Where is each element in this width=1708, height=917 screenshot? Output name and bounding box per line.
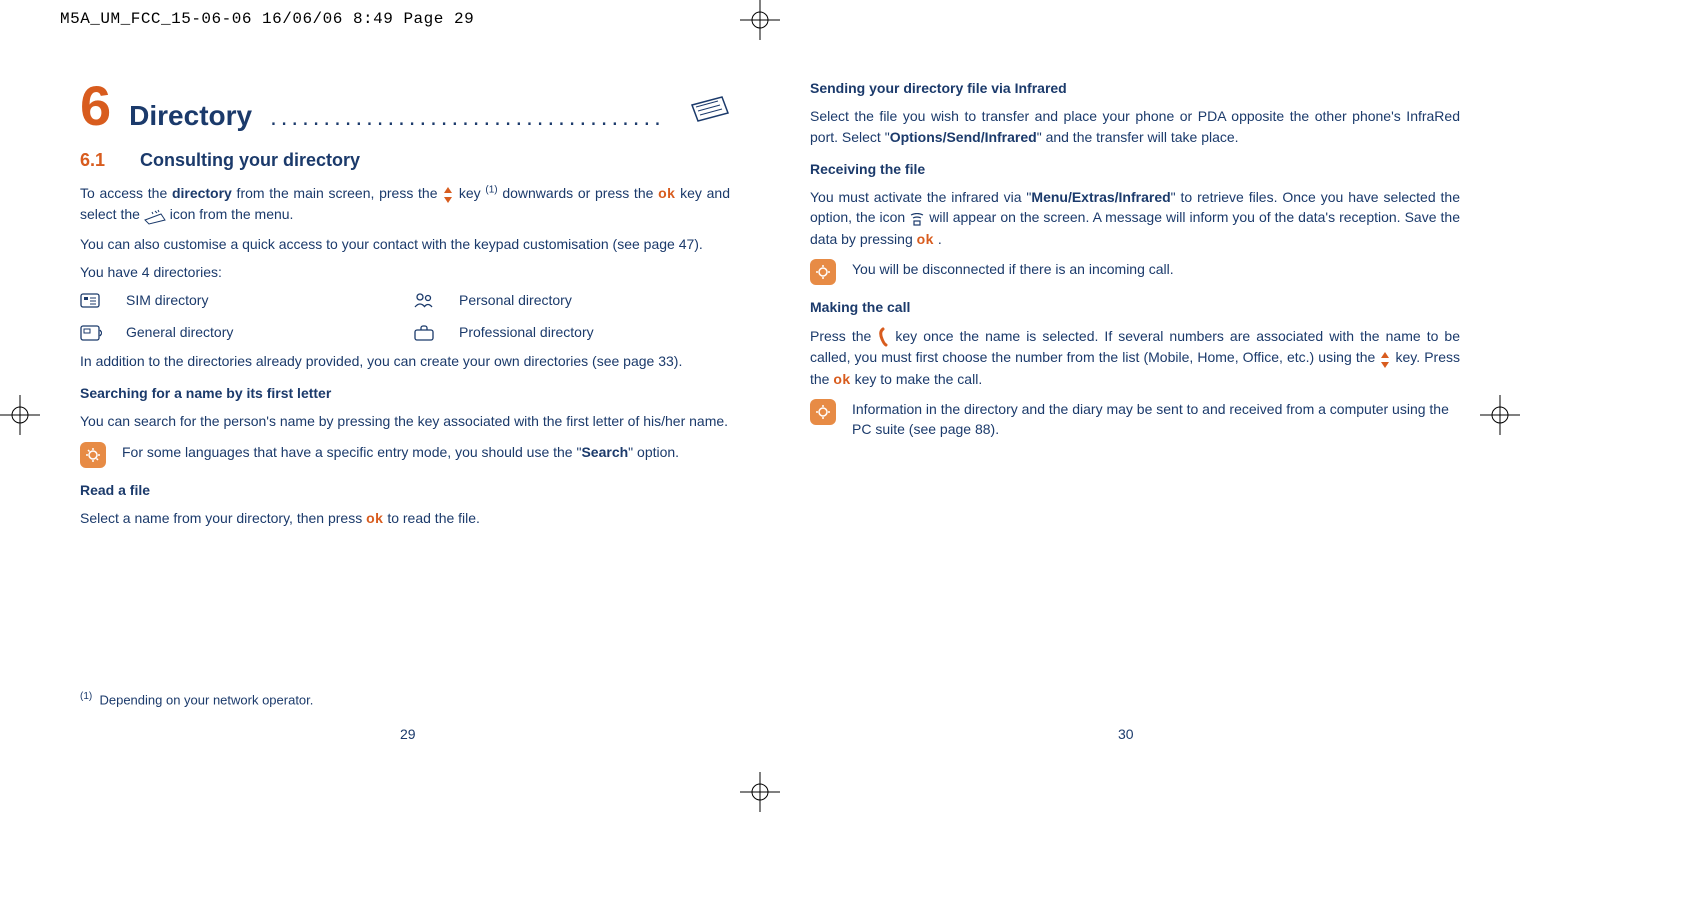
para-search: You can search for the person's name by … <box>80 411 730 431</box>
heading-receive: Receiving the file <box>810 159 1460 179</box>
footnote-ref: (1) <box>485 184 497 195</box>
footnote-text: Depending on your network operator. <box>99 692 313 707</box>
text: icon from the menu. <box>166 206 294 222</box>
para-custom: You can also customise a quick access to… <box>80 234 730 254</box>
text: to read the file. <box>383 510 480 526</box>
text: For some languages that have a specific … <box>122 444 581 460</box>
para-receive: You must activate the infrared via "Menu… <box>810 187 1460 249</box>
tip-search: For some languages that have a specific … <box>80 442 730 468</box>
professional-directory-icon <box>413 324 435 342</box>
text: Press the <box>810 328 877 344</box>
text: . <box>934 231 942 247</box>
chapter-heading: 6 Directory ............................… <box>80 78 730 137</box>
para-addition: In addition to the directories already p… <box>80 351 730 371</box>
heading-search: Searching for a name by its first letter <box>80 383 730 403</box>
ok-key-icon: ok <box>366 510 383 526</box>
page-number-left: 29 <box>400 726 416 742</box>
para-call: Press the key once the name is selected.… <box>810 326 1460 390</box>
up-down-arrows-icon <box>442 184 454 204</box>
section-title: Consulting your directory <box>140 147 360 173</box>
tip-call: Information in the directory and the dia… <box>810 399 1460 440</box>
tip-receive: You will be disconnected if there is an … <box>810 259 1460 285</box>
heading-read: Read a file <box>80 480 730 500</box>
header-slug: M5A_UM_FCC_15-06-06 16/06/06 8:49 Page 2… <box>0 0 1708 28</box>
heading-call: Making the call <box>810 297 1460 317</box>
sim-directory-icon <box>80 291 102 309</box>
page-number-right: 30 <box>1118 726 1134 742</box>
ok-key-icon: ok <box>658 185 675 201</box>
dir-general-label: General directory <box>126 322 397 342</box>
section-number: 6.1 <box>80 147 120 173</box>
dir-sim-label: SIM directory <box>126 290 397 310</box>
text: key once the name is selected. If severa… <box>810 328 1460 366</box>
right-page: Sending your directory file via Infrared… <box>810 78 1460 536</box>
ok-key-icon: ok <box>917 231 934 247</box>
rolodex-icon <box>688 93 730 130</box>
text: from the main screen, press the <box>232 185 442 201</box>
ok-key-icon: ok <box>833 371 850 387</box>
text: To access the <box>80 185 172 201</box>
para-read: Select a name from your directory, then … <box>80 508 730 528</box>
text: Select a name from your directory, then … <box>80 510 366 526</box>
left-page: 6 Directory ............................… <box>80 78 730 536</box>
personal-directory-icon <box>413 291 435 309</box>
registration-mark-bottom <box>740 772 780 812</box>
text: " option. <box>628 444 679 460</box>
text-bold: Menu/Extras/Infrared <box>1031 189 1170 205</box>
text: " and the transfer will take place. <box>1037 129 1239 145</box>
text-bold: directory <box>172 185 232 201</box>
text: key to make the call. <box>851 371 983 387</box>
tip-search-text: For some languages that have a specific … <box>122 442 679 462</box>
para-send: Select the file you wish to transfer and… <box>810 106 1460 147</box>
text-bold: Options/Send/Infrared <box>890 129 1037 145</box>
tip-receive-text: You will be disconnected if there is an … <box>852 259 1174 279</box>
directory-grid: SIM directory Personal directory General… <box>80 290 730 343</box>
text: You must activate the infrared via " <box>810 189 1031 205</box>
dir-professional-label: Professional directory <box>459 322 730 342</box>
infrared-icon <box>909 209 925 229</box>
tip-bulb-icon <box>810 259 836 285</box>
para-access: To access the directory from the main sc… <box>80 183 730 226</box>
text: key <box>454 185 485 201</box>
section-heading: 6.1 Consulting your directory <box>80 147 730 173</box>
heading-send: Sending your directory file via Infrared <box>810 78 1460 98</box>
general-directory-icon <box>80 324 102 342</box>
para-have: You have 4 directories: <box>80 262 730 282</box>
text-bold: Search <box>581 444 628 460</box>
footnote-marker: (1) <box>80 691 92 702</box>
text: downwards or press the <box>498 185 658 201</box>
dir-personal-label: Personal directory <box>459 290 730 310</box>
menu-sparkle-icon <box>144 205 166 225</box>
tip-bulb-icon <box>810 399 836 425</box>
chapter-title: Directory <box>129 96 252 137</box>
chapter-dots: ..................................... <box>270 101 670 136</box>
chapter-number: 6 <box>80 78 111 134</box>
tip-call-text: Information in the directory and the dia… <box>852 399 1460 440</box>
up-down-arrows-icon <box>1379 349 1391 369</box>
tip-bulb-icon <box>80 442 106 468</box>
footnote: (1) Depending on your network operator. <box>80 691 313 707</box>
call-key-icon <box>877 326 889 347</box>
